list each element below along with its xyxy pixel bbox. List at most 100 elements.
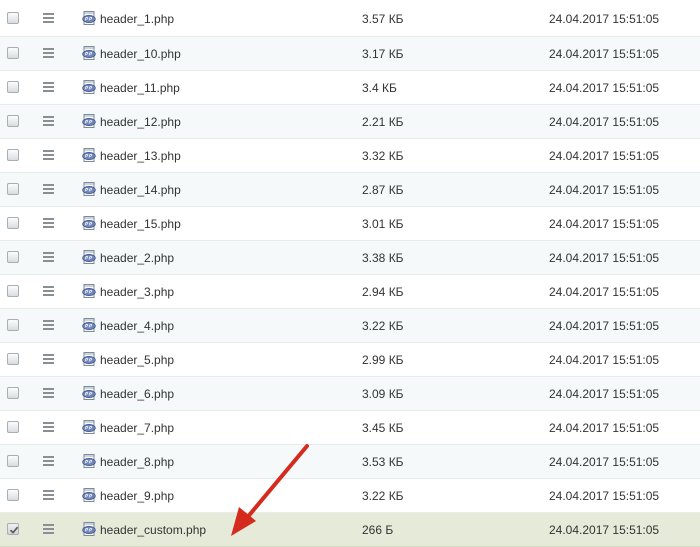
file-row[interactable]: header_custom.php 266 Б 24.04.2017 15:51:0… — [0, 513, 700, 547]
row-checkbox[interactable] — [7, 489, 19, 501]
row-checkbox[interactable] — [7, 149, 19, 161]
hamburger-menu-icon[interactable] — [43, 13, 54, 23]
file-modified-date: 24.04.2017 15:51:05 — [549, 455, 660, 469]
php-file-icon — [82, 148, 97, 162]
file-name-link[interactable]: header_custom.php — [100, 523, 206, 537]
php-file-icon — [82, 250, 97, 264]
row-checkbox[interactable] — [7, 251, 19, 263]
row-checkbox[interactable] — [7, 115, 19, 127]
file-name-link[interactable]: header_8.php — [100, 455, 174, 469]
file-modified-date: 24.04.2017 15:51:05 — [549, 47, 660, 61]
file-name-link[interactable]: header_15.php — [100, 217, 181, 231]
php-file-icon — [82, 46, 97, 60]
php-file-icon — [82, 386, 97, 400]
php-file-icon — [82, 80, 97, 94]
row-checkbox[interactable] — [7, 387, 19, 399]
hamburger-menu-icon[interactable] — [43, 388, 54, 398]
hamburger-menu-icon[interactable] — [43, 184, 54, 194]
row-checkbox[interactable] — [7, 81, 19, 93]
row-checkbox[interactable] — [7, 183, 19, 195]
row-checkbox[interactable] — [7, 353, 19, 365]
file-size: 3.22 КБ — [362, 489, 404, 503]
file-row[interactable]: header_12.php 2.21 КБ 24.04.2017 15:51:05 — [0, 105, 700, 139]
file-modified-date: 24.04.2017 15:51:05 — [549, 421, 660, 435]
hamburger-menu-icon[interactable] — [43, 524, 54, 534]
file-modified-date: 24.04.2017 15:51:05 — [549, 523, 660, 537]
file-row[interactable]: header_5.php 2.99 КБ 24.04.2017 15:51:05 — [0, 343, 700, 377]
hamburger-menu-icon[interactable] — [43, 48, 54, 58]
file-row[interactable]: header_2.php 3.38 КБ 24.04.2017 15:51:05 — [0, 241, 700, 275]
file-name-link[interactable]: header_6.php — [100, 387, 174, 401]
file-modified-date: 24.04.2017 15:51:05 — [549, 217, 660, 231]
file-size: 3.09 КБ — [362, 387, 404, 401]
hamburger-menu-icon[interactable] — [43, 422, 54, 432]
php-file-icon — [82, 114, 97, 128]
file-size: 2.21 КБ — [362, 115, 404, 129]
php-file-icon — [82, 284, 97, 298]
file-row[interactable]: header_14.php 2.87 КБ 24.04.2017 15:51:05 — [0, 173, 700, 207]
file-name-link[interactable]: header_4.php — [100, 319, 174, 333]
file-size: 266 Б — [362, 523, 394, 537]
file-size: 3.57 КБ — [362, 12, 404, 26]
php-file-icon — [82, 352, 97, 366]
file-name-link[interactable]: header_9.php — [100, 489, 174, 503]
file-row[interactable]: header_15.php 3.01 КБ 24.04.2017 15:51:05 — [0, 207, 700, 241]
file-modified-date: 24.04.2017 15:51:05 — [549, 387, 660, 401]
row-checkbox[interactable] — [7, 421, 19, 433]
file-row[interactable]: header_6.php 3.09 КБ 24.04.2017 15:51:05 — [0, 377, 700, 411]
php-file-icon — [82, 182, 97, 196]
file-row[interactable]: header_13.php 3.32 КБ 24.04.2017 15:51:05 — [0, 139, 700, 173]
hamburger-menu-icon[interactable] — [43, 252, 54, 262]
file-name-link[interactable]: header_7.php — [100, 421, 174, 435]
file-row[interactable]: header_10.php 3.17 КБ 24.04.2017 15:51:05 — [0, 37, 700, 71]
file-size: 3.32 КБ — [362, 149, 404, 163]
file-name-link[interactable]: header_2.php — [100, 251, 174, 265]
file-row[interactable]: header_8.php 3.53 КБ 24.04.2017 15:51:05 — [0, 445, 700, 479]
hamburger-menu-icon[interactable] — [43, 218, 54, 228]
file-size: 3.4 КБ — [362, 81, 397, 95]
file-modified-date: 24.04.2017 15:51:05 — [549, 12, 660, 26]
file-name-link[interactable]: header_1.php — [100, 12, 174, 26]
file-modified-date: 24.04.2017 15:51:05 — [549, 251, 660, 265]
row-checkbox[interactable] — [7, 47, 19, 59]
hamburger-menu-icon[interactable] — [43, 320, 54, 330]
php-file-icon — [82, 522, 97, 536]
file-row[interactable]: header_3.php 2.94 КБ 24.04.2017 15:51:05 — [0, 275, 700, 309]
hamburger-menu-icon[interactable] — [43, 150, 54, 160]
file-row[interactable]: header_4.php 3.22 КБ 24.04.2017 15:51:05 — [0, 309, 700, 343]
file-name-link[interactable]: header_12.php — [100, 115, 181, 129]
file-name-link[interactable]: header_5.php — [100, 353, 174, 367]
file-name-link[interactable]: header_11.php — [100, 81, 180, 95]
file-row[interactable]: header_1.php 3.57 КБ 24.04.2017 15:51:05 — [0, 0, 700, 37]
file-size: 2.99 КБ — [362, 353, 404, 367]
row-checkbox[interactable] — [7, 455, 19, 467]
file-size: 2.87 КБ — [362, 183, 404, 197]
file-size: 2.94 КБ — [362, 285, 404, 299]
file-name-link[interactable]: header_10.php — [100, 47, 181, 61]
file-name-link[interactable]: header_3.php — [100, 285, 174, 299]
row-checkbox[interactable] — [7, 319, 19, 331]
hamburger-menu-icon[interactable] — [43, 82, 54, 92]
hamburger-menu-icon[interactable] — [43, 490, 54, 500]
row-checkbox[interactable] — [7, 217, 19, 229]
row-checkbox[interactable] — [7, 12, 19, 24]
file-modified-date: 24.04.2017 15:51:05 — [549, 353, 660, 367]
file-name-link[interactable]: header_13.php — [100, 149, 181, 163]
hamburger-menu-icon[interactable] — [43, 354, 54, 364]
php-file-icon — [82, 420, 97, 434]
file-size: 3.22 КБ — [362, 319, 404, 333]
file-size: 3.01 КБ — [362, 217, 404, 231]
hamburger-menu-icon[interactable] — [43, 456, 54, 466]
file-size: 3.45 КБ — [362, 421, 404, 435]
file-row[interactable]: header_9.php 3.22 КБ 24.04.2017 15:51:05 — [0, 479, 700, 513]
row-checkbox[interactable] — [7, 285, 19, 297]
file-row[interactable]: header_7.php 3.45 КБ 24.04.2017 15:51:05 — [0, 411, 700, 445]
file-row[interactable]: header_11.php 3.4 КБ 24.04.2017 15:51:05 — [0, 71, 700, 105]
php-file-icon — [82, 488, 97, 502]
php-file-icon — [82, 318, 97, 332]
row-checkbox[interactable] — [7, 523, 19, 535]
hamburger-menu-icon[interactable] — [43, 116, 54, 126]
file-name-link[interactable]: header_14.php — [100, 183, 181, 197]
file-modified-date: 24.04.2017 15:51:05 — [549, 183, 660, 197]
hamburger-menu-icon[interactable] — [43, 286, 54, 296]
